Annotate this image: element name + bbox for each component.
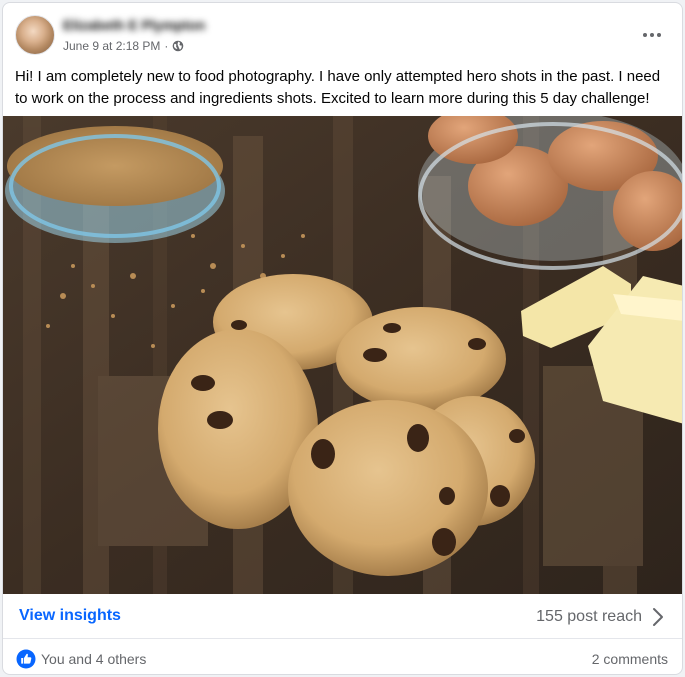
author-name[interactable]: Elizabeth E Plympton (63, 17, 205, 33)
post-card: Elizabeth E Plympton June 9 at 2:18 PM ·… (2, 2, 683, 675)
reactions-row: You and 4 others 2 comments (3, 643, 682, 674)
more-options-button[interactable] (638, 21, 666, 49)
post-text: Hi! I am completely new to food photogra… (15, 68, 661, 107)
chevron-right-icon (653, 608, 663, 626)
meta-separator: · (164, 39, 169, 53)
post-photo[interactable] (3, 116, 683, 594)
avatar[interactable] (15, 15, 55, 55)
like-icon[interactable] (16, 649, 36, 669)
reactors-label[interactable]: You and 4 others (41, 651, 146, 667)
post-timestamp[interactable]: June 9 at 2:18 PM (63, 39, 160, 53)
brown-sugar-bowl (5, 126, 225, 243)
view-insights-link[interactable]: View insights (19, 607, 121, 625)
more-horizontal-icon (643, 33, 647, 37)
insights-row: View insights 155 post reach (3, 599, 682, 639)
globe-icon[interactable] (172, 40, 184, 52)
post-header: Elizabeth E Plympton June 9 at 2:18 PM · (3, 3, 682, 67)
comments-count[interactable]: 2 comments (592, 651, 668, 667)
post-reach[interactable]: 155 post reach (536, 607, 664, 627)
more-dot (650, 33, 654, 37)
egg-bowl (418, 116, 682, 270)
post-meta: June 9 at 2:18 PM · (63, 39, 184, 53)
more-dot (657, 33, 661, 37)
post-reach-label: 155 post reach (536, 608, 642, 625)
